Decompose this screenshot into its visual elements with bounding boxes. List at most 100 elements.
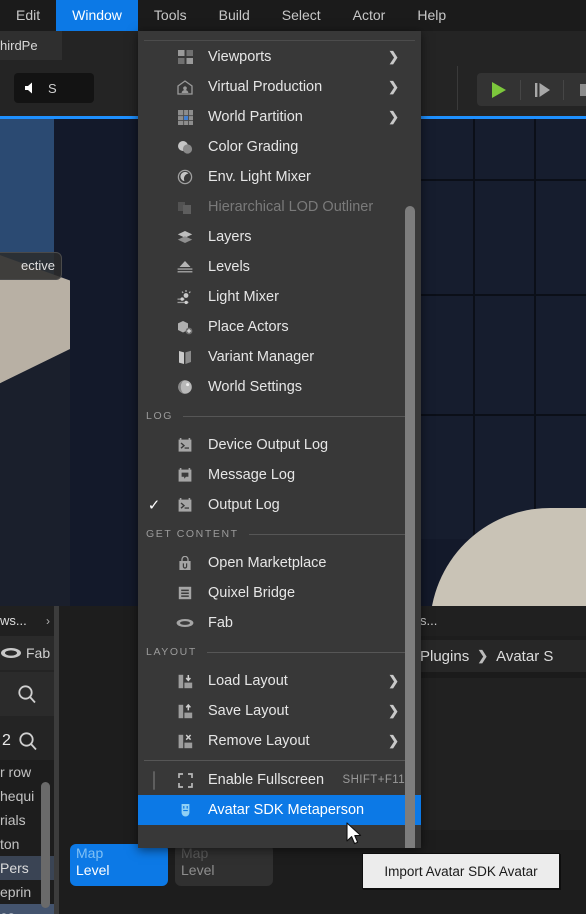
speaker-button[interactable]: S bbox=[14, 73, 94, 103]
menu-item-shortcut: SHIFT+F11 bbox=[342, 774, 405, 786]
fab-row[interactable]: Fab bbox=[0, 636, 54, 670]
menu-section-title: LOG bbox=[146, 410, 173, 422]
menu-item-label: World Settings bbox=[208, 379, 303, 395]
asset-tile-type: Map bbox=[181, 845, 209, 861]
avatar-sdk-icon bbox=[170, 802, 200, 818]
speaker-icon bbox=[22, 79, 40, 97]
windows-submenu-row[interactable]: ws... › bbox=[0, 606, 54, 636]
menu-item-label: Message Log bbox=[208, 467, 296, 483]
menu-tab-window[interactable]: Window bbox=[56, 0, 138, 31]
output-log-icon bbox=[170, 497, 200, 513]
world-settings-icon bbox=[170, 379, 200, 395]
tooltip: Import Avatar SDK Avatar bbox=[362, 853, 560, 889]
asset-tile-name: Level bbox=[76, 862, 110, 878]
fullscreen-checkbox[interactable] bbox=[138, 770, 170, 790]
hlod-outliner-icon bbox=[170, 200, 200, 215]
asset-tile[interactable]: Map Level bbox=[70, 844, 168, 886]
menu-item-levels[interactable]: Levels bbox=[138, 252, 421, 282]
color-grading-icon bbox=[170, 140, 200, 155]
menu-item-color-grading[interactable]: Color Grading bbox=[138, 132, 421, 162]
layers-icon bbox=[170, 230, 200, 245]
search-icon bbox=[18, 685, 36, 704]
menu-item-enable-fullscreen[interactable]: Enable Fullscreen SHIFT+F11 bbox=[138, 765, 421, 795]
menu-item-viewports[interactable]: Viewports ❯ bbox=[138, 42, 421, 72]
panel-tab-truncated[interactable]: s... bbox=[420, 606, 586, 636]
content-browser-scrollbar[interactable] bbox=[41, 782, 50, 908]
main-menu-bar: Edit Window Tools Build Select Actor Hel… bbox=[0, 0, 586, 31]
menu-item-label: World Partition bbox=[208, 109, 303, 125]
virtual-production-icon bbox=[170, 79, 200, 95]
menu-item-output-log[interactable]: ✓ Output Log bbox=[138, 490, 421, 520]
save-layout-icon bbox=[170, 703, 200, 719]
chevron-right-icon: ❯ bbox=[388, 673, 399, 688]
menu-item-variant-manager[interactable]: Variant Manager bbox=[138, 342, 421, 372]
asset-tile[interactable]: Map Level bbox=[175, 844, 273, 886]
menu-item-label: Avatar SDK Metaperson bbox=[208, 802, 365, 818]
menu-item-layers[interactable]: Layers bbox=[138, 222, 421, 252]
light-mixer-icon bbox=[170, 289, 200, 305]
tab-third-person-map[interactable]: hirdPe bbox=[0, 31, 62, 60]
divider bbox=[182, 415, 413, 417]
menu-item-label: Layers bbox=[208, 229, 252, 245]
menu-tab-actor[interactable]: Actor bbox=[337, 0, 402, 31]
menu-item-env-light-mixer[interactable]: Env. Light Mixer bbox=[138, 162, 421, 192]
list-item[interactable]: r row bbox=[0, 760, 54, 784]
menu-item-virtual-production[interactable]: Virtual Production ❯ bbox=[138, 72, 421, 102]
menu-item-label: Device Output Log bbox=[208, 437, 329, 453]
menu-item-avatar-sdk-metaperson[interactable]: Avatar SDK Metaperson bbox=[138, 795, 421, 825]
menu-tab-select[interactable]: Select bbox=[266, 0, 337, 31]
divider bbox=[206, 651, 413, 653]
menu-item-save-layout[interactable]: Save Layout ❯ bbox=[138, 696, 421, 726]
speaker-button-label: S bbox=[48, 80, 57, 96]
stop-icon bbox=[579, 83, 586, 96]
menu-item-open-marketplace[interactable]: Open Marketplace bbox=[138, 548, 421, 578]
stop-button[interactable] bbox=[564, 73, 586, 106]
breadcrumb-item-avatar-sdk[interactable]: Avatar S bbox=[496, 648, 553, 665]
menu-tab-edit[interactable]: Edit bbox=[0, 0, 56, 31]
chevron-right-icon: ❯ bbox=[388, 703, 399, 718]
window-menu-dropdown[interactable]: Viewports ❯ Virtual Production ❯ World P… bbox=[138, 31, 421, 848]
mouse-cursor bbox=[346, 822, 364, 853]
menu-scrollbar-thumb[interactable] bbox=[405, 206, 415, 848]
menu-item-world-partition[interactable]: World Partition ❯ bbox=[138, 102, 421, 132]
window-menu-scroll-area[interactable]: Viewports ❯ Virtual Production ❯ World P… bbox=[138, 42, 421, 848]
menu-item-label: Remove Layout bbox=[208, 733, 310, 749]
menu-item-message-log[interactable]: Message Log bbox=[138, 460, 421, 490]
menu-item-label: Virtual Production bbox=[208, 79, 323, 95]
fab-icon bbox=[0, 645, 22, 661]
world-partition-icon bbox=[170, 109, 200, 125]
variant-manager-icon bbox=[170, 350, 200, 365]
message-log-icon bbox=[170, 467, 200, 483]
search-button-2[interactable]: 2 bbox=[0, 722, 54, 760]
menu-item-quixel-bridge[interactable]: Quixel Bridge bbox=[138, 578, 421, 608]
viewport-perspective-label[interactable]: ective bbox=[0, 252, 62, 280]
divider bbox=[248, 533, 413, 535]
menu-item-place-actors[interactable]: Place Actors bbox=[138, 312, 421, 342]
menu-item-label: Levels bbox=[208, 259, 250, 275]
menu-item-load-layout[interactable]: Load Layout ❯ bbox=[138, 666, 421, 696]
menu-top-divider bbox=[144, 40, 415, 41]
play-button[interactable] bbox=[477, 73, 520, 106]
menu-scrollbar-track[interactable] bbox=[405, 42, 418, 848]
menu-item-world-settings[interactable]: World Settings bbox=[138, 372, 421, 402]
menu-tab-tools[interactable]: Tools bbox=[138, 0, 203, 31]
menu-item-remove-layout[interactable]: Remove Layout ❯ bbox=[138, 726, 421, 756]
menu-tab-help[interactable]: Help bbox=[401, 0, 462, 31]
menu-section-title: LAYOUT bbox=[146, 646, 197, 658]
skip-frame-button[interactable] bbox=[521, 73, 564, 106]
chevron-right-icon: ❯ bbox=[388, 109, 399, 124]
windows-submenu-label: ws... bbox=[0, 613, 27, 628]
menu-item-device-output-log[interactable]: Device Output Log bbox=[138, 430, 421, 460]
toolbar-divider bbox=[457, 66, 458, 110]
menu-tab-build[interactable]: Build bbox=[203, 0, 266, 31]
menu-item-fab[interactable]: Fab bbox=[138, 608, 421, 638]
levels-icon bbox=[170, 260, 200, 274]
chevron-right-icon: ❯ bbox=[388, 49, 399, 64]
menu-item-label: Quixel Bridge bbox=[208, 585, 296, 601]
search-button-1[interactable] bbox=[0, 672, 54, 716]
menu-item-light-mixer[interactable]: Light Mixer bbox=[138, 282, 421, 312]
menu-section-layout: LAYOUT bbox=[138, 638, 421, 666]
menu-item-label: Save Layout bbox=[208, 703, 289, 719]
breadcrumb-item-plugins[interactable]: Plugins bbox=[420, 648, 469, 665]
fab-icon bbox=[170, 617, 200, 629]
